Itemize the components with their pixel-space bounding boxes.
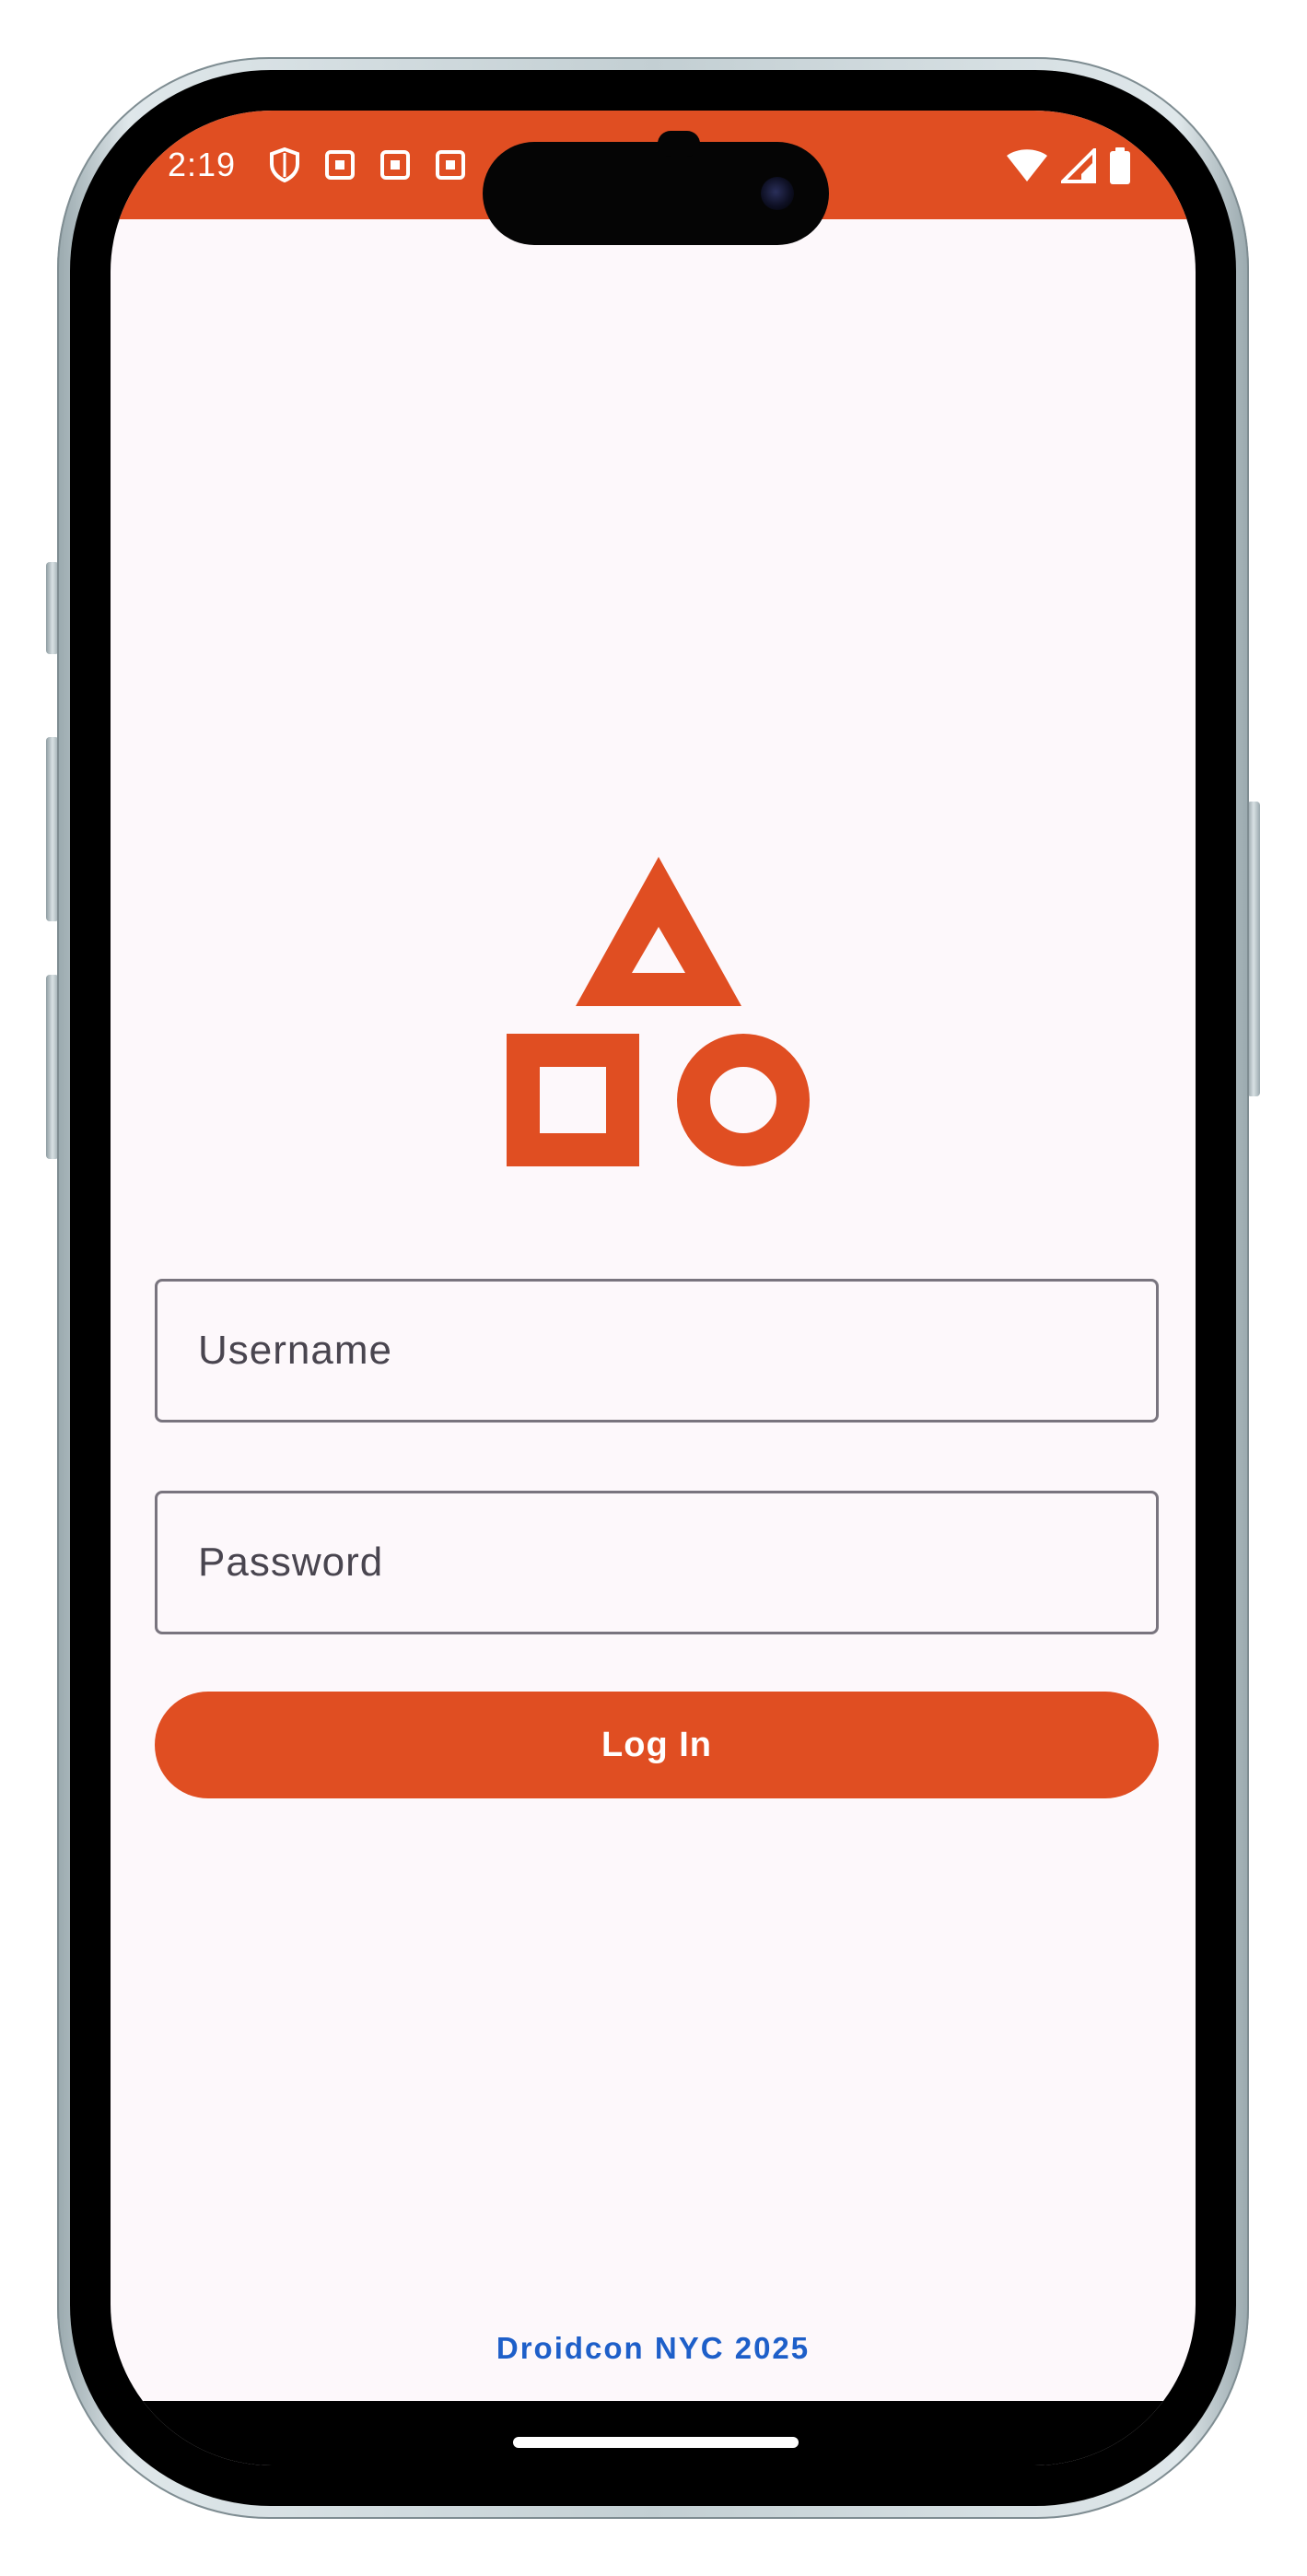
sensor-dot (658, 131, 700, 157)
notification-square-icon (435, 149, 466, 181)
navigation-bar (111, 2401, 1196, 2465)
password-placeholder: Password (198, 1540, 384, 1585)
status-icons-left (269, 147, 466, 182)
front-camera-icon (761, 177, 794, 210)
shield-icon (269, 147, 300, 182)
battery-icon (1109, 147, 1131, 189)
status-time: 2:19 (168, 146, 237, 183)
wifi-icon (1006, 148, 1048, 188)
home-indicator[interactable] (513, 2437, 799, 2448)
login-button[interactable]: Log In (155, 1692, 1159, 1798)
notification-square-icon (324, 149, 356, 181)
shapes-logo-icon (507, 857, 811, 1170)
status-icons-right (1006, 146, 1131, 189)
username-field[interactable]: Username (155, 1279, 1159, 1423)
footer-text: Droidcon NYC 2025 (496, 2331, 811, 2365)
username-placeholder: Username (198, 1328, 392, 1373)
power-button (1247, 802, 1260, 1096)
password-field[interactable]: Password (155, 1491, 1159, 1634)
notification-square-icon (379, 149, 411, 181)
device-mockup: 2:19 Username Password Log In Droidcon N… (0, 0, 1307, 2576)
dynamic-island (483, 131, 829, 245)
cell-signal-icon (1058, 146, 1096, 188)
app-screen: 2:19 Username Password Log In Droidcon N… (111, 111, 1196, 2465)
